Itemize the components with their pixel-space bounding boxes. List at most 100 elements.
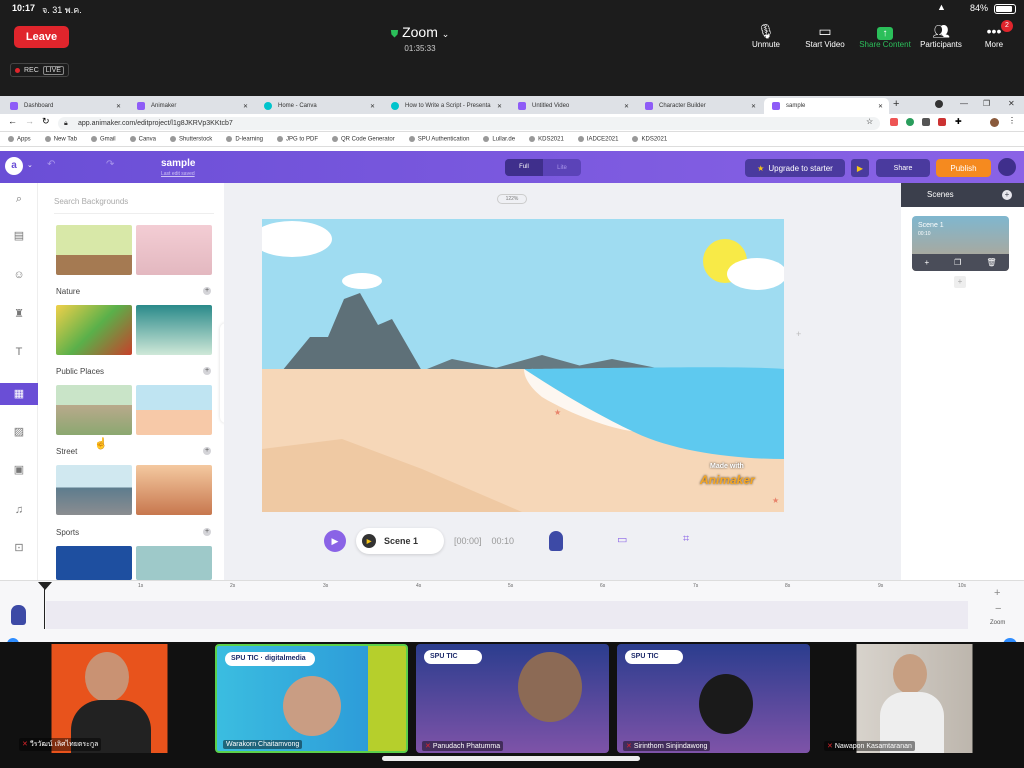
tab-dashboard[interactable]: Dashboard ✕ <box>2 98 127 114</box>
redo-icon[interactable]: ↷ <box>106 159 114 170</box>
close-icon[interactable]: ✕ <box>624 103 629 110</box>
unmute-button[interactable]: 🎙︎ Unmute <box>736 22 796 49</box>
close-icon[interactable]: ✕ <box>243 103 248 110</box>
focus-icon[interactable]: ⌗ <box>683 533 689 546</box>
bookmark-apps[interactable]: Apps <box>8 136 31 142</box>
view-full-option[interactable]: Full <box>505 159 543 176</box>
preview-play-button[interactable]: ▶ <box>851 159 869 177</box>
timeline-track[interactable] <box>46 601 968 629</box>
participants-button[interactable]: 👥︎ Participants <box>911 22 971 49</box>
close-icon[interactable]: ✕ <box>497 103 502 110</box>
extension-icon[interactable] <box>890 118 898 126</box>
upgrade-button[interactable]: ★ Upgrade to starter <box>745 159 845 177</box>
project-name[interactable]: sample <box>161 158 195 169</box>
background-thumbnail[interactable] <box>56 225 132 275</box>
background-thumbnail[interactable] <box>136 305 212 355</box>
bookmark-kds2021-2[interactable]: KDS2021 <box>632 136 667 142</box>
start-video-button[interactable]: ▭ Start Video <box>795 22 855 49</box>
share-content-button[interactable]: ↑ Share Content <box>855 22 915 49</box>
add-icon[interactable]: + <box>203 367 211 375</box>
add-scene-plus-icon[interactable]: + <box>796 329 801 339</box>
publish-button[interactable]: Publish <box>936 159 991 177</box>
background-thumbnail[interactable] <box>136 385 212 435</box>
extension-icon[interactable] <box>922 118 930 126</box>
tab-search-icon[interactable] <box>935 100 943 108</box>
chevron-down-icon[interactable]: ⌄ <box>27 161 33 169</box>
tab-script[interactable]: How to Write a Script - Presenta ✕ <box>383 98 508 114</box>
video-icon[interactable]: ▣ <box>0 459 38 481</box>
back-icon[interactable]: ← <box>8 116 17 126</box>
tab-canva[interactable]: Home - Canva ✕ <box>256 98 381 114</box>
character-icon[interactable] <box>11 605 26 625</box>
props-icon[interactable]: ♜ <box>0 303 38 325</box>
duplicate-icon[interactable]: ❐ <box>954 258 961 267</box>
background-thumbnail[interactable] <box>136 225 212 275</box>
more-button[interactable]: ••• More 2 <box>964 20 1024 49</box>
camera-icon[interactable]: ▭ <box>617 533 627 546</box>
character-icon[interactable] <box>549 531 563 551</box>
add-icon[interactable]: + <box>203 447 211 455</box>
bookmark-spu-auth[interactable]: SPU Authentication <box>409 136 470 142</box>
tab-animaker[interactable]: Animaker ✕ <box>129 98 254 114</box>
participant-tile-active-speaker[interactable]: SPU TIC · digitalmedia Warakorn Chaitamv… <box>215 644 408 753</box>
tab-untitled-video[interactable]: Untitled Video ✕ <box>510 98 635 114</box>
close-icon[interactable]: ✕ <box>370 103 375 110</box>
tab-sample[interactable]: sample ✕ <box>764 98 889 114</box>
new-tab-button[interactable]: + <box>893 98 899 110</box>
background-thumbnail[interactable] <box>136 465 212 515</box>
extension-icon[interactable] <box>938 118 946 126</box>
bookmark-qr-code[interactable]: QR Code Generator <box>332 136 395 142</box>
close-icon[interactable]: ✕ <box>116 103 121 110</box>
bookmark-kds2021[interactable]: KDS2021 <box>529 136 564 142</box>
extension-icon[interactable] <box>906 118 914 126</box>
minimize-icon[interactable]: — <box>960 99 968 108</box>
close-icon[interactable]: ✕ <box>878 103 883 110</box>
music-icon[interactable]: ♫ <box>0 499 38 521</box>
close-window-icon[interactable]: ✕ <box>1008 99 1015 108</box>
bookmark-lullar[interactable]: Lullar.de <box>483 136 515 142</box>
backgrounds-icon[interactable]: ▦ <box>0 383 38 405</box>
add-icon[interactable]: + <box>203 287 211 295</box>
image-icon[interactable]: ▨ <box>0 421 38 443</box>
zoom-in-icon[interactable]: + <box>994 587 1000 599</box>
bookmark-star-icon[interactable]: ☆ <box>866 117 873 126</box>
upload-icon[interactable]: ⊡ <box>0 537 38 559</box>
animaker-logo-icon[interactable]: a <box>5 157 23 175</box>
bookmark-shutterstock[interactable]: Shutterstock <box>170 136 212 142</box>
scene-selector[interactable]: ▶ Scene 1 <box>356 528 444 554</box>
background-thumbnail[interactable] <box>56 385 132 435</box>
avatar[interactable] <box>990 118 999 127</box>
background-search-input[interactable]: Search Backgrounds <box>54 197 128 206</box>
participant-tile[interactable]: SPU TIC ✕ Sirinthorn Sinjindawong <box>617 644 810 753</box>
forward-icon[interactable]: → <box>25 116 34 126</box>
zoom-level-dropdown[interactable]: 122% <box>497 194 527 204</box>
scene-card[interactable]: Scene 1 00:10 + ❐ 🗑︎ <box>912 216 1009 271</box>
kebab-menu-icon[interactable]: ⋮ <box>1008 116 1016 125</box>
restore-icon[interactable]: ❐ <box>983 99 990 108</box>
tab-character-builder[interactable]: Character Builder ✕ <box>637 98 762 114</box>
view-mode-toggle[interactable]: Full Lite <box>505 159 581 176</box>
bookmark-iadce2021[interactable]: IADCE2021 <box>578 136 619 142</box>
participant-tile[interactable]: ✕ วีรวัฒน์ เลิศไทยตระกูล <box>13 644 206 753</box>
bookmark-canva[interactable]: Canva <box>130 136 156 142</box>
add-icon[interactable]: + <box>203 528 211 536</box>
trash-icon[interactable]: 🗑︎ <box>986 258 996 267</box>
meeting-title[interactable]: ⛊ Zoom ⌄ <box>380 24 460 40</box>
background-thumbnail[interactable] <box>56 465 132 515</box>
background-thumbnail[interactable] <box>136 546 212 580</box>
leave-button[interactable]: Leave <box>14 26 69 48</box>
text-icon[interactable]: T <box>0 341 38 363</box>
add-icon[interactable]: + <box>925 258 930 267</box>
close-icon[interactable]: ✕ <box>751 103 756 110</box>
bookmark-d-learning[interactable]: D-learning <box>226 136 263 142</box>
bookmark-gmail[interactable]: Gmail <box>91 136 116 142</box>
bookmark-jpg-to-pdf[interactable]: JPG to PDF <box>277 136 318 142</box>
puzzle-icon[interactable]: ✚ <box>955 117 962 126</box>
background-thumbnail[interactable] <box>56 305 132 355</box>
add-scene-button[interactable]: + <box>1002 190 1012 200</box>
character-icon[interactable]: ☺ <box>0 264 38 286</box>
participant-tile[interactable]: ✕ Nawapon Kasamtaranan <box>818 644 1011 753</box>
reload-icon[interactable]: ↻ <box>42 116 50 127</box>
share-button[interactable]: Share <box>876 159 930 177</box>
add-scene-below-button[interactable]: + <box>954 276 966 288</box>
